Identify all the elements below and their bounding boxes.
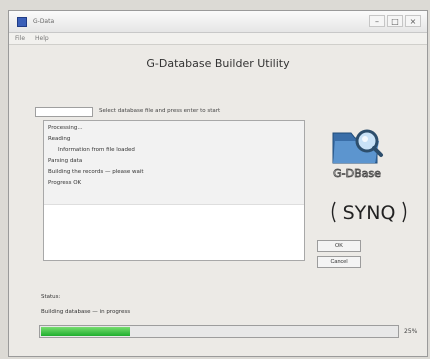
synq-logo: SYNQ	[331, 201, 407, 224]
log-line: Building the records — please wait	[48, 169, 144, 175]
log-output: Processing... Reading Information from f…	[44, 121, 304, 205]
progress-percent: 25%	[404, 328, 418, 335]
log-panel[interactable]: Processing... Reading Information from f…	[43, 120, 305, 261]
menu-bar: File Help	[9, 33, 427, 45]
title-bar: G-Data – □ ×	[9, 11, 427, 33]
main-window: G-Data – □ × File Help G-Database Builde…	[8, 10, 428, 357]
instruction-text: Select database file and press enter to …	[99, 108, 221, 114]
database-name-input[interactable]	[35, 107, 93, 117]
window-title: G-Data	[33, 18, 55, 25]
input-row: Select database file and press enter to …	[35, 107, 315, 117]
progress-fill	[41, 327, 130, 336]
maximize-button[interactable]: □	[387, 15, 403, 27]
menu-help[interactable]: Help	[35, 35, 49, 42]
minimize-button[interactable]: –	[369, 15, 385, 27]
window-controls: – □ ×	[369, 15, 421, 27]
menu-file[interactable]: File	[15, 35, 25, 42]
log-line: Progress OK	[48, 180, 82, 186]
gdb-logo-text: G-DBase	[333, 167, 381, 180]
page-title: G-Database Builder Utility	[146, 57, 290, 70]
ok-button[interactable]: OK	[317, 240, 361, 252]
app-icon	[17, 17, 27, 27]
close-button[interactable]: ×	[405, 15, 421, 27]
log-line: Processing...	[48, 125, 83, 131]
cancel-button[interactable]: Cancel	[317, 256, 361, 268]
log-line: Information from file loaded	[58, 147, 135, 153]
gdb-logo: G-DBase	[332, 129, 383, 180]
progress-bar	[39, 325, 399, 338]
log-line: Reading	[48, 136, 71, 142]
synq-logo-text: SYNQ	[343, 202, 396, 224]
status-label: Status:	[41, 294, 61, 300]
status-detail: Building database — in progress	[41, 309, 131, 315]
log-line: Parsing data	[48, 158, 83, 164]
